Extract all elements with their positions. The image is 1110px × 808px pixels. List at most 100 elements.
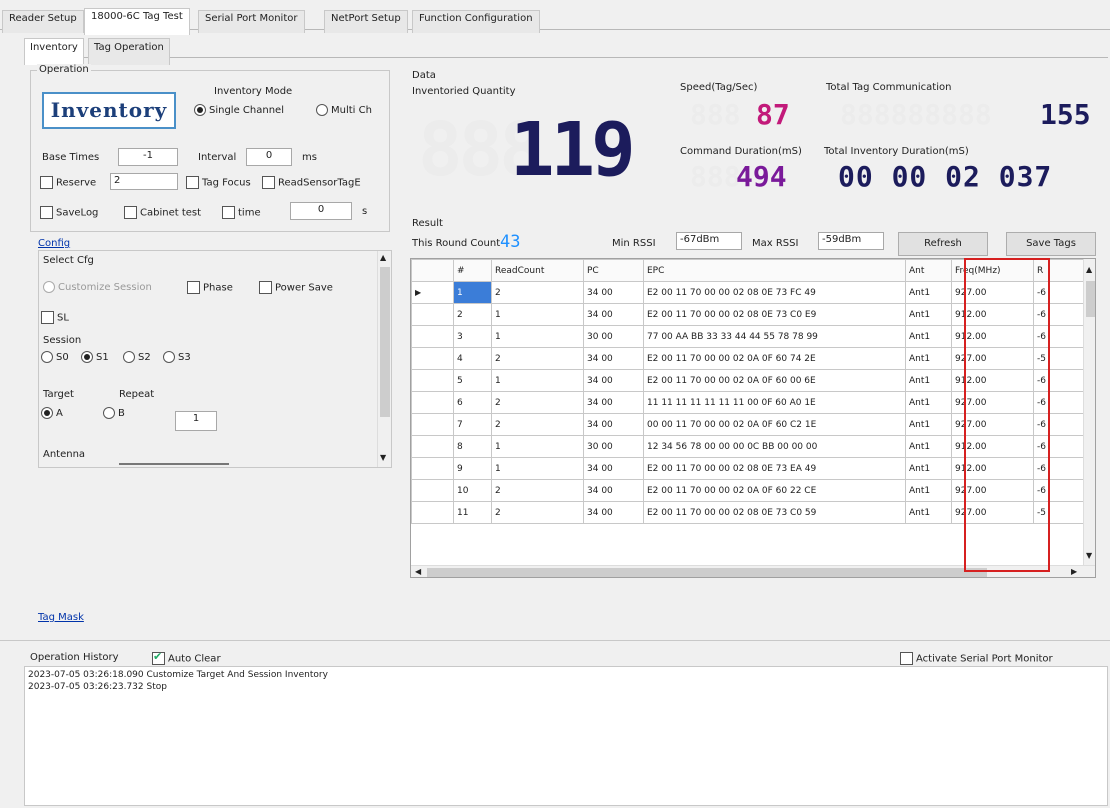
table-cell[interactable]: 2 bbox=[491, 347, 584, 370]
repeat-input[interactable]: 1 bbox=[175, 411, 217, 431]
table-cell[interactable]: Ant1 bbox=[905, 479, 952, 502]
table-cell[interactable]: 1 bbox=[491, 303, 584, 326]
table-cell[interactable]: 34 00 bbox=[583, 501, 644, 524]
table-cell[interactable]: 2 bbox=[491, 413, 584, 436]
tab-function-configuration[interactable]: Function Configuration bbox=[412, 10, 540, 33]
multi-channel-option[interactable]: Multi Ch bbox=[316, 104, 372, 116]
config-scrollbar[interactable]: ▲ ▼ bbox=[377, 251, 391, 467]
row-indicator[interactable] bbox=[411, 501, 454, 524]
tag-focus-checkbox[interactable] bbox=[186, 176, 199, 189]
table-cell[interactable]: 34 00 bbox=[583, 391, 644, 414]
tag-focus-option[interactable]: Tag Focus bbox=[186, 176, 251, 189]
reserve-option[interactable]: Reserve bbox=[40, 176, 96, 189]
save-log-checkbox[interactable] bbox=[40, 206, 53, 219]
session-s0-radio[interactable] bbox=[41, 351, 53, 363]
time-checkbox[interactable] bbox=[222, 206, 235, 219]
table-cell[interactable]: 34 00 bbox=[583, 281, 644, 304]
target-b-radio[interactable] bbox=[103, 407, 115, 419]
power-save-checkbox[interactable] bbox=[259, 281, 272, 294]
table-cell[interactable]: Ant1 bbox=[905, 435, 952, 458]
row-indicator[interactable] bbox=[411, 435, 454, 458]
row-indicator[interactable]: ▶ bbox=[411, 281, 454, 304]
session-s2-radio[interactable] bbox=[123, 351, 135, 363]
row-indicator[interactable] bbox=[411, 347, 454, 370]
scroll-right-icon[interactable]: ▶ bbox=[1071, 567, 1077, 576]
single-channel-radio[interactable] bbox=[194, 104, 206, 116]
save-tags-button[interactable]: Save Tags bbox=[1006, 232, 1096, 256]
column-header[interactable]: EPC bbox=[643, 259, 906, 282]
table-cell[interactable]: 9 bbox=[453, 457, 492, 480]
table-cell[interactable]: 34 00 bbox=[583, 303, 644, 326]
table-cell[interactable]: 1 bbox=[491, 435, 584, 458]
table-cell[interactable]: 1 bbox=[491, 369, 584, 392]
phase-checkbox[interactable] bbox=[187, 281, 200, 294]
scroll-down-icon[interactable]: ▼ bbox=[1086, 551, 1092, 560]
tab-tag-operation[interactable]: Tag Operation bbox=[88, 38, 170, 65]
table-cell[interactable]: Ant1 bbox=[905, 391, 952, 414]
table-cell[interactable]: E2 00 11 70 00 00 02 0A 0F 60 74 2E bbox=[643, 347, 906, 370]
table-cell[interactable]: Ant1 bbox=[905, 325, 952, 348]
cabinet-test-option[interactable]: Cabinet test bbox=[124, 206, 201, 219]
auto-clear-checkbox[interactable] bbox=[152, 650, 165, 665]
table-cell[interactable]: Ant1 bbox=[905, 347, 952, 370]
row-indicator[interactable] bbox=[411, 413, 454, 436]
session-s1-radio[interactable] bbox=[81, 351, 93, 363]
table-cell[interactable]: 10 bbox=[453, 479, 492, 502]
table-cell[interactable]: 2 bbox=[491, 479, 584, 502]
table-cell[interactable]: Ant1 bbox=[905, 281, 952, 304]
config-link[interactable]: Config bbox=[38, 238, 70, 249]
tab-serial-port-monitor[interactable]: Serial Port Monitor bbox=[198, 10, 305, 33]
target-a-radio[interactable] bbox=[41, 407, 53, 419]
table-cell[interactable]: Ant1 bbox=[905, 457, 952, 480]
reserve-checkbox[interactable] bbox=[40, 176, 53, 189]
target-a-option[interactable]: A bbox=[41, 407, 63, 419]
table-cell[interactable]: 1 bbox=[491, 325, 584, 348]
time-input[interactable]: 0 bbox=[290, 202, 352, 220]
table-cell[interactable]: 00 00 11 70 00 00 02 0A 0F 60 C2 1E bbox=[643, 413, 906, 436]
reserve-input[interactable]: 2 bbox=[110, 173, 178, 190]
customize-session-option[interactable]: Customize Session bbox=[43, 281, 152, 293]
row-indicator[interactable] bbox=[411, 303, 454, 326]
table-cell[interactable]: 2 bbox=[491, 391, 584, 414]
session-s3-option[interactable]: S3 bbox=[163, 351, 191, 363]
tab-reader-setup[interactable]: Reader Setup bbox=[2, 10, 84, 33]
table-cell[interactable]: 2 bbox=[491, 501, 584, 524]
refresh-button[interactable]: Refresh bbox=[898, 232, 988, 256]
column-header[interactable]: PC bbox=[583, 259, 644, 282]
row-indicator[interactable] bbox=[411, 369, 454, 392]
customize-session-radio[interactable] bbox=[43, 281, 55, 293]
table-cell[interactable]: 34 00 bbox=[583, 369, 644, 392]
table-cell[interactable]: 34 00 bbox=[583, 347, 644, 370]
table-cell[interactable]: Ant1 bbox=[905, 413, 952, 436]
table-cell[interactable]: 5 bbox=[453, 369, 492, 392]
table-cell[interactable]: 30 00 bbox=[583, 325, 644, 348]
table-cell[interactable]: 2 bbox=[453, 303, 492, 326]
table-cell[interactable]: E2 00 11 70 00 00 02 08 0E 73 FC 49 bbox=[643, 281, 906, 304]
row-indicator[interactable] bbox=[411, 479, 454, 502]
save-log-option[interactable]: SaveLog bbox=[40, 206, 98, 219]
table-cell[interactable]: Ant1 bbox=[905, 303, 952, 326]
column-header[interactable]: Ant bbox=[905, 259, 952, 282]
scroll-up-icon[interactable]: ▲ bbox=[1086, 265, 1092, 274]
table-cell[interactable]: 4 bbox=[453, 347, 492, 370]
power-save-option[interactable]: Power Save bbox=[259, 281, 333, 294]
table-cell[interactable]: E2 00 11 70 00 00 02 08 0E 73 EA 49 bbox=[643, 457, 906, 480]
tab-netport-setup[interactable]: NetPort Setup bbox=[324, 10, 408, 33]
phase-option[interactable]: Phase bbox=[187, 281, 233, 294]
config-scroll-thumb[interactable] bbox=[380, 267, 390, 417]
table-cell[interactable]: 6 bbox=[453, 391, 492, 414]
table-cell[interactable]: 8 bbox=[453, 435, 492, 458]
sl-option[interactable]: SL bbox=[41, 311, 69, 324]
table-cell[interactable]: 2 bbox=[491, 281, 584, 304]
session-s1-option[interactable]: S1 bbox=[81, 351, 109, 363]
target-b-option[interactable]: B bbox=[103, 407, 125, 419]
activate-monitor-option[interactable]: Activate Serial Port Monitor bbox=[900, 652, 1053, 665]
scroll-up-icon[interactable]: ▲ bbox=[380, 253, 386, 262]
read-sensor-option[interactable]: ReadSensorTagE bbox=[262, 176, 361, 189]
table-cell[interactable]: Ant1 bbox=[905, 369, 952, 392]
table-cell[interactable]: 34 00 bbox=[583, 457, 644, 480]
interval-input[interactable]: 0 bbox=[246, 148, 292, 166]
row-indicator[interactable] bbox=[411, 325, 454, 348]
scroll-left-icon[interactable]: ◀ bbox=[415, 567, 421, 576]
min-rssi-field[interactable]: -67dBm bbox=[676, 232, 742, 250]
